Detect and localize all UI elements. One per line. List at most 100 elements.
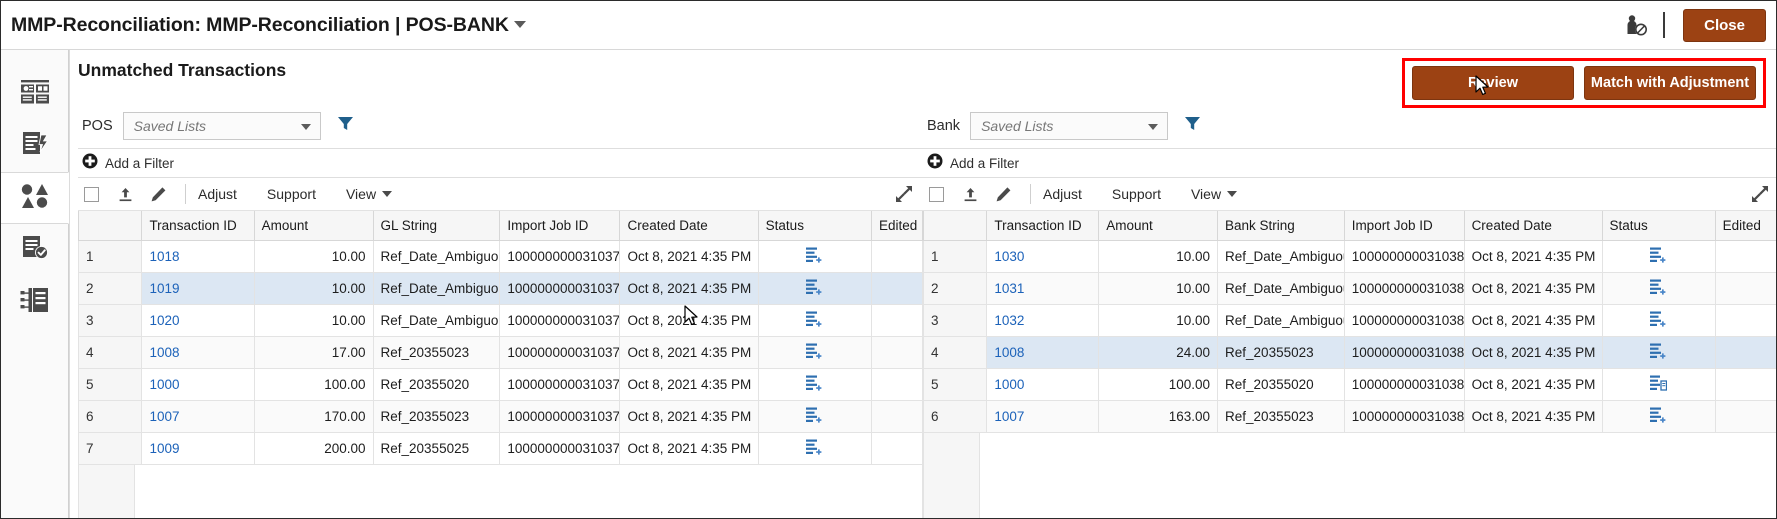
- column-header[interactable]: Created Date: [619, 211, 759, 241]
- transaction-id-link[interactable]: 1018: [149, 249, 179, 264]
- upload-icon[interactable]: [117, 186, 134, 203]
- transaction-id-cell[interactable]: 1009: [141, 431, 255, 465]
- status-cell[interactable]: [757, 303, 872, 337]
- table-row[interactable]: 4 1008 24.00 Ref_20355023 100000000031038 Oct…: [923, 335, 1776, 369]
- column-header[interactable]: Import Job ID: [1343, 211, 1465, 241]
- transaction-id-link[interactable]: 1008: [994, 345, 1024, 360]
- transaction-id-link[interactable]: 1008: [149, 345, 179, 360]
- table-row[interactable]: 7 1009 200.00 Ref_20355025 100000000031037 Oc…: [78, 431, 923, 465]
- column-header[interactable]: Transaction ID: [141, 211, 255, 241]
- pos-saved-lists-select[interactable]: Saved Lists: [122, 112, 321, 140]
- column-header[interactable]: Amount: [1098, 211, 1219, 241]
- sidebar-item-workflow[interactable]: [1, 276, 69, 328]
- sidebar-item-approvals[interactable]: [1, 224, 69, 276]
- table-row[interactable]: 6 1007 163.00 Ref_20355023 100000000031038 Oc…: [923, 399, 1776, 433]
- expand-diagonal-icon[interactable]: [895, 185, 913, 203]
- transaction-id-cell[interactable]: 1007: [141, 399, 255, 433]
- column-header[interactable]: Status: [1601, 211, 1716, 241]
- user-disabled-icon[interactable]: [1623, 12, 1649, 38]
- transaction-id-link[interactable]: 1000: [994, 377, 1024, 392]
- view-menu[interactable]: View: [346, 186, 393, 202]
- transaction-id-link[interactable]: 1009: [149, 441, 179, 456]
- transaction-id-link[interactable]: 1020: [149, 313, 179, 328]
- table-row[interactable]: 6 1007 170.00 Ref_20355023 100000000031037 Oc…: [78, 399, 923, 433]
- review-button[interactable]: Review: [1412, 66, 1574, 100]
- transaction-id-link[interactable]: 1030: [994, 249, 1024, 264]
- table-row[interactable]: 2 1019 10.00 Ref_Date_Ambiguou 1000000000310…: [78, 271, 923, 305]
- transaction-id-cell[interactable]: 1007: [986, 399, 1100, 433]
- transaction-id-link[interactable]: 1007: [149, 409, 179, 424]
- table-row[interactable]: 5 1000 100.00 Ref_20355020 100000000031037 Oc…: [78, 367, 923, 401]
- transaction-id-link[interactable]: 1019: [149, 281, 179, 296]
- transaction-id-cell[interactable]: 1000: [141, 367, 255, 401]
- column-header[interactable]: Edited: [870, 211, 923, 241]
- status-cell[interactable]: [1601, 239, 1716, 273]
- table-row[interactable]: 3 1032 10.00 Ref_Date_Ambiguou 1000000000310…: [923, 303, 1776, 337]
- status-cell[interactable]: [1601, 367, 1716, 401]
- status-cell[interactable]: [1601, 303, 1716, 337]
- transaction-id-cell[interactable]: 1019: [141, 271, 255, 305]
- table-row[interactable]: 5 1000 100.00 Ref_20355020 100000000031038 Oc…: [923, 367, 1776, 401]
- bank-add-filter-row[interactable]: Add a Filter: [923, 148, 1776, 178]
- select-all-checkbox[interactable]: [929, 186, 944, 202]
- transaction-id-cell[interactable]: 1031: [986, 271, 1100, 305]
- adjust-menu[interactable]: Adjust: [198, 186, 237, 202]
- support-menu[interactable]: Support: [1112, 186, 1161, 202]
- expand-diagonal-icon[interactable]: [1751, 185, 1769, 203]
- sidebar-item-match[interactable]: [1, 172, 69, 224]
- close-button[interactable]: Close: [1683, 8, 1766, 42]
- table-row[interactable]: 4 1008 17.00 Ref_20355023 100000000031037 Oct…: [78, 335, 923, 369]
- transaction-id-link[interactable]: 1007: [994, 409, 1024, 424]
- transaction-id-link[interactable]: 1000: [149, 377, 179, 392]
- status-cell[interactable]: [1601, 271, 1716, 305]
- column-header[interactable]: Status: [757, 211, 872, 241]
- column-header[interactable]: [78, 211, 143, 241]
- table-row[interactable]: 3 1020 10.00 Ref_Date_Ambiguou 1000000000310…: [78, 303, 923, 337]
- status-cell[interactable]: [757, 399, 872, 433]
- bank-saved-lists-select[interactable]: Saved Lists: [970, 112, 1169, 140]
- column-header[interactable]: Edited: [1714, 211, 1776, 241]
- column-header[interactable]: Import Job ID: [499, 211, 621, 241]
- sidebar-item-rules[interactable]: [1, 120, 69, 172]
- bank-table: Transaction ID Amount Bank String Import Jo…: [923, 211, 1776, 433]
- column-header[interactable]: [923, 211, 988, 241]
- match-with-adjustment-button[interactable]: Match with Adjustment: [1584, 66, 1756, 100]
- pencil-icon[interactable]: [995, 186, 1012, 203]
- table-row[interactable]: 2 1031 10.00 Ref_Date_Ambiguou 1000000000310…: [923, 271, 1776, 305]
- transaction-id-link[interactable]: 1031: [994, 281, 1024, 296]
- column-header[interactable]: Created Date: [1463, 211, 1603, 241]
- pos-add-filter-row[interactable]: Add a Filter: [78, 148, 923, 178]
- status-cell[interactable]: [757, 239, 872, 273]
- transaction-id-cell[interactable]: 1008: [141, 335, 255, 369]
- table-row[interactable]: 1 1030 10.00 Ref_Date_Ambiguou 1000000000310…: [923, 239, 1776, 273]
- status-cell[interactable]: [757, 367, 872, 401]
- edited-cell: [870, 335, 923, 369]
- transaction-id-cell[interactable]: 1000: [986, 367, 1100, 401]
- column-header[interactable]: Bank String: [1217, 211, 1345, 241]
- transaction-id-cell[interactable]: 1030: [986, 239, 1100, 273]
- table-row[interactable]: 1 1018 10.00 Ref_Date_Ambiguou 1000000000310…: [78, 239, 923, 273]
- adjust-menu[interactable]: Adjust: [1043, 186, 1082, 202]
- upload-icon[interactable]: [962, 186, 979, 203]
- sidebar-item-dashboard[interactable]: [1, 68, 69, 120]
- filter-funnel-icon[interactable]: [337, 115, 354, 137]
- transaction-id-link[interactable]: 1032: [994, 313, 1024, 328]
- column-header[interactable]: GL String: [372, 211, 501, 241]
- chevron-down-icon[interactable]: [513, 20, 526, 28]
- filter-funnel-icon[interactable]: [1184, 115, 1201, 137]
- transaction-id-cell[interactable]: 1018: [141, 239, 255, 273]
- status-cell[interactable]: [1601, 399, 1716, 433]
- view-menu[interactable]: View: [1191, 186, 1238, 202]
- status-cell[interactable]: [757, 431, 872, 465]
- status-cell[interactable]: [757, 335, 872, 369]
- column-header[interactable]: Transaction ID: [986, 211, 1100, 241]
- transaction-id-cell[interactable]: 1020: [141, 303, 255, 337]
- pencil-icon[interactable]: [150, 186, 167, 203]
- transaction-id-cell[interactable]: 1008: [986, 335, 1100, 369]
- transaction-id-cell[interactable]: 1032: [986, 303, 1100, 337]
- column-header[interactable]: Amount: [253, 211, 374, 241]
- support-menu[interactable]: Support: [267, 186, 316, 202]
- status-cell[interactable]: [757, 271, 872, 305]
- status-cell[interactable]: [1601, 335, 1716, 369]
- select-all-checkbox[interactable]: [84, 186, 99, 202]
